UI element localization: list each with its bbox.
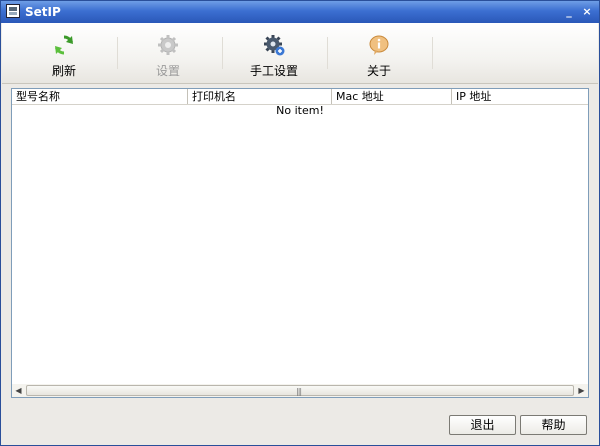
settings-button[interactable]: 设置	[128, 23, 208, 83]
refresh-button[interactable]: 刷新	[24, 23, 104, 83]
setip-window: SetIP _ × 刷新 设置 手工设置 关于 型号名称 打印机名 Mac 地址…	[0, 0, 600, 446]
settings-gear-icon	[158, 35, 178, 55]
manual-settings-icon	[264, 35, 285, 56]
printer-list[interactable]: 型号名称 打印机名 Mac 地址 IP 地址 No item! ◀ ||| ▶	[11, 88, 589, 398]
empty-list-message: No item!	[276, 104, 324, 117]
title-bar[interactable]: SetIP _ ×	[1, 1, 599, 23]
exit-button[interactable]: 退出	[449, 415, 516, 435]
toolbar-separator	[222, 37, 223, 69]
toolbar-separator	[327, 37, 328, 69]
app-icon	[6, 4, 20, 18]
close-button[interactable]: ×	[579, 4, 595, 20]
list-header: 型号名称 打印机名 Mac 地址 IP 地址	[12, 89, 588, 105]
column-header-mac-address[interactable]: Mac 地址	[332, 89, 452, 104]
toolbar: 刷新 设置 手工设置 关于	[2, 23, 598, 84]
column-header-model[interactable]: 型号名称	[12, 89, 188, 104]
window-title: SetIP	[25, 5, 61, 19]
info-icon	[369, 35, 389, 55]
toolbar-separator	[117, 37, 118, 69]
manual-settings-label: 手工设置	[249, 64, 298, 78]
column-header-ip-address[interactable]: IP 地址	[452, 89, 588, 104]
help-button[interactable]: 帮助	[520, 415, 587, 435]
about-button[interactable]: 关于	[339, 23, 419, 83]
scrollbar-thumb[interactable]: |||	[26, 385, 574, 396]
toolbar-separator	[432, 37, 433, 69]
settings-label: 设置	[155, 64, 180, 78]
scroll-left-icon[interactable]: ◀	[12, 384, 25, 397]
manual-settings-button[interactable]: 手工设置	[234, 23, 314, 83]
scroll-right-icon[interactable]: ▶	[575, 384, 588, 397]
refresh-icon	[55, 35, 73, 55]
horizontal-scrollbar[interactable]: ◀ ||| ▶	[12, 384, 588, 397]
refresh-label: 刷新	[51, 64, 76, 78]
grip-icon: |||	[296, 387, 302, 396]
column-header-printer-name[interactable]: 打印机名	[188, 89, 332, 104]
minimize-button[interactable]: _	[561, 4, 577, 20]
about-label: 关于	[366, 64, 391, 78]
